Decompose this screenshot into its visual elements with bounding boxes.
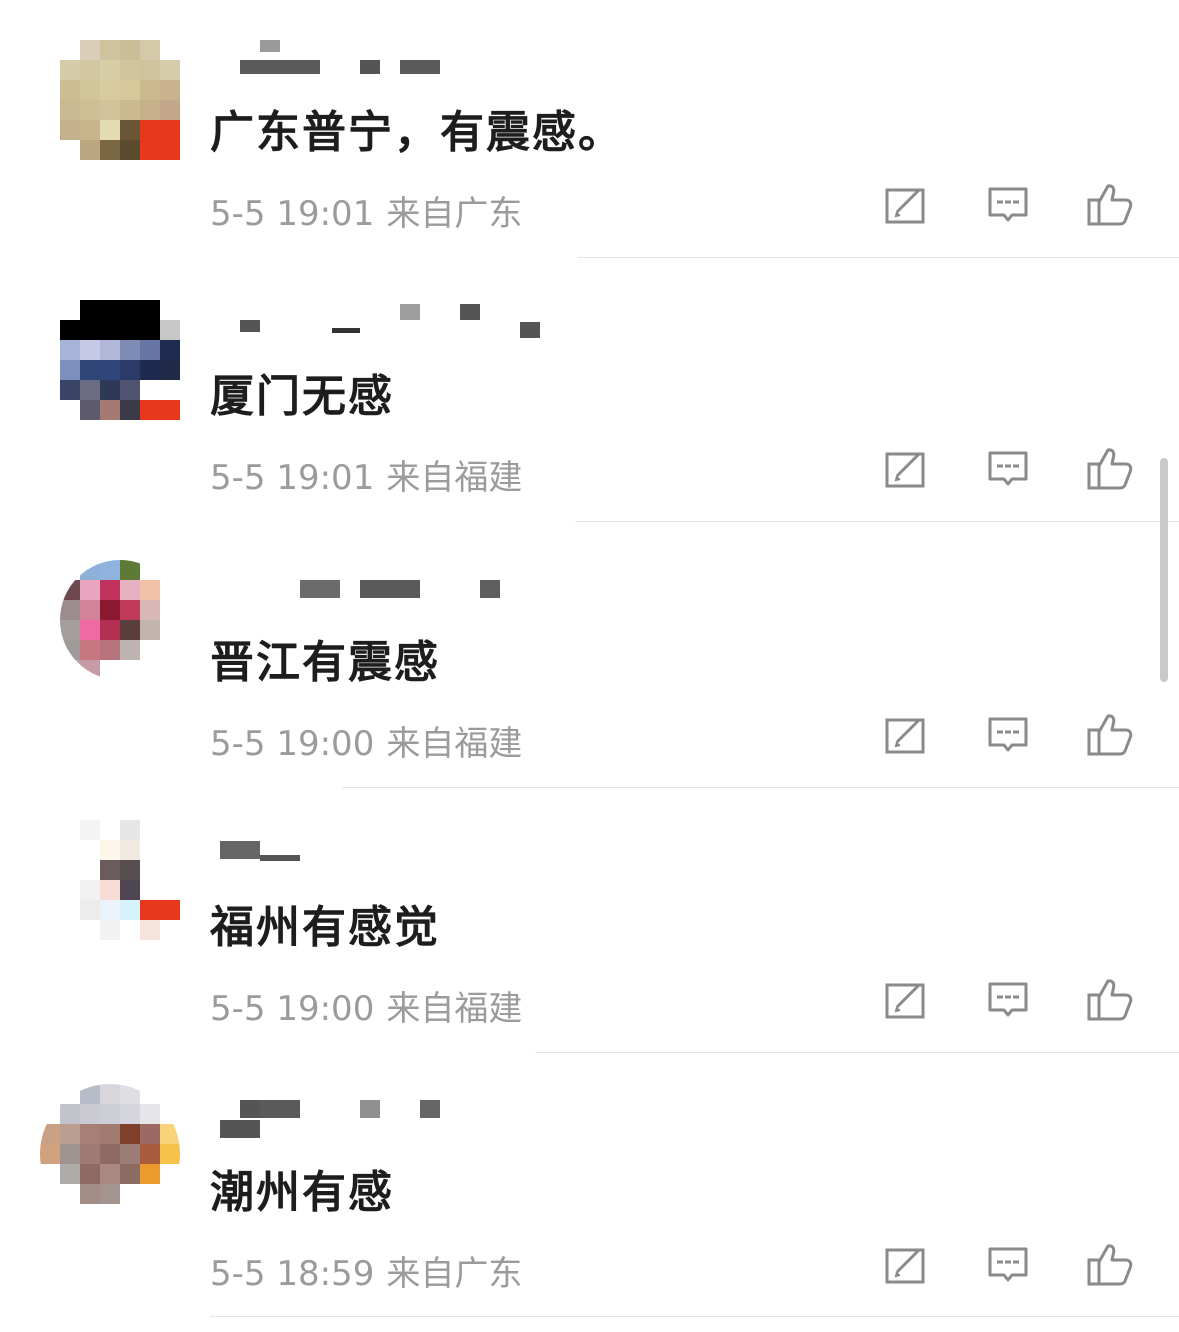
comment-text: 福州有感觉 bbox=[210, 902, 440, 953]
comment-time: 5-5 19:00 bbox=[210, 989, 375, 1029]
avatar[interactable] bbox=[60, 300, 180, 420]
thumbs-up-icon bbox=[1087, 979, 1133, 1021]
reply-comment-icon bbox=[988, 187, 1028, 222]
divider bbox=[575, 521, 1179, 522]
like-button[interactable] bbox=[1085, 444, 1135, 494]
share-forward-icon bbox=[885, 452, 925, 488]
divider bbox=[535, 1052, 1179, 1053]
like-button[interactable] bbox=[1085, 1240, 1135, 1290]
reply-comment-icon bbox=[988, 717, 1028, 752]
comment-meta: 5-5 19:00 来自福建 bbox=[210, 716, 522, 765]
share-forward-icon bbox=[885, 1248, 925, 1284]
comment-location: 来自福建 bbox=[386, 724, 523, 764]
forward-button[interactable] bbox=[881, 444, 931, 494]
thumbs-up-icon bbox=[1087, 1244, 1133, 1286]
reply-button[interactable] bbox=[983, 975, 1033, 1025]
comment-text: 厦门无感 bbox=[210, 371, 394, 422]
thumbs-up-icon bbox=[1087, 448, 1133, 490]
avatar[interactable] bbox=[40, 1084, 180, 1224]
reply-comment-icon bbox=[988, 982, 1028, 1017]
reply-comment-icon bbox=[988, 451, 1028, 486]
comment-location: 来自福建 bbox=[386, 989, 523, 1029]
comment-meta: 5-5 18:59 来自广东 bbox=[210, 1246, 522, 1295]
username-blurred[interactable] bbox=[220, 40, 560, 80]
divider bbox=[210, 1316, 1179, 1317]
reply-button[interactable] bbox=[983, 444, 1033, 494]
comment-time: 5-5 19:01 bbox=[210, 194, 375, 234]
like-button[interactable] bbox=[1085, 710, 1135, 760]
scrollbar[interactable] bbox=[1160, 458, 1168, 682]
comment-text: 晋江有震感 bbox=[210, 637, 440, 688]
comment-time: 5-5 19:01 bbox=[210, 458, 375, 498]
reply-button[interactable] bbox=[983, 180, 1033, 230]
reply-button[interactable] bbox=[983, 710, 1033, 760]
divider bbox=[342, 787, 1179, 788]
reply-button[interactable] bbox=[983, 1240, 1033, 1290]
comment-item: 广东普宁，有震感。 5-5 19:01 来自广东 bbox=[0, 0, 1179, 265]
comment-item: 福州有感觉 5-5 19:00 来自福建 bbox=[0, 795, 1179, 1060]
like-button[interactable] bbox=[1085, 180, 1135, 230]
forward-button[interactable] bbox=[881, 710, 931, 760]
thumbs-up-icon bbox=[1087, 714, 1133, 756]
share-forward-icon bbox=[885, 718, 925, 754]
comment-item: 晋江有震感 5-5 19:00 来自福建 bbox=[0, 530, 1179, 795]
comment-time: 5-5 18:59 bbox=[210, 1254, 375, 1294]
like-button[interactable] bbox=[1085, 975, 1135, 1025]
thumbs-up-icon bbox=[1087, 184, 1133, 226]
reply-comment-icon bbox=[988, 1247, 1028, 1282]
comment-item: 厦门无感 5-5 19:01 来自福建 bbox=[0, 264, 1179, 529]
comment-location: 来自福建 bbox=[386, 458, 523, 498]
comment-meta: 5-5 19:01 来自广东 bbox=[210, 186, 522, 235]
forward-button[interactable] bbox=[881, 975, 931, 1025]
forward-button[interactable] bbox=[881, 1240, 931, 1290]
share-forward-icon bbox=[885, 188, 925, 224]
comment-location: 来自广东 bbox=[386, 194, 523, 234]
divider bbox=[578, 257, 1179, 258]
comment-text: 广东普宁，有震感。 bbox=[210, 107, 624, 158]
share-forward-icon bbox=[885, 983, 925, 1019]
avatar[interactable] bbox=[60, 560, 180, 680]
username-blurred[interactable] bbox=[220, 570, 560, 610]
comment-meta: 5-5 19:00 来自福建 bbox=[210, 981, 522, 1030]
avatar[interactable] bbox=[60, 820, 180, 940]
username-blurred[interactable] bbox=[220, 835, 560, 875]
forward-button[interactable] bbox=[881, 180, 931, 230]
avatar[interactable] bbox=[60, 40, 180, 160]
comment-time: 5-5 19:00 bbox=[210, 724, 375, 764]
comment-text: 潮州有感 bbox=[210, 1167, 394, 1218]
comment-meta: 5-5 19:01 来自福建 bbox=[210, 450, 522, 499]
comment-location: 来自广东 bbox=[386, 1254, 523, 1294]
username-blurred[interactable] bbox=[220, 1100, 560, 1140]
comment-item: 潮州有感 5-5 18:59 来自广东 bbox=[0, 1060, 1179, 1325]
username-blurred[interactable] bbox=[220, 304, 560, 344]
